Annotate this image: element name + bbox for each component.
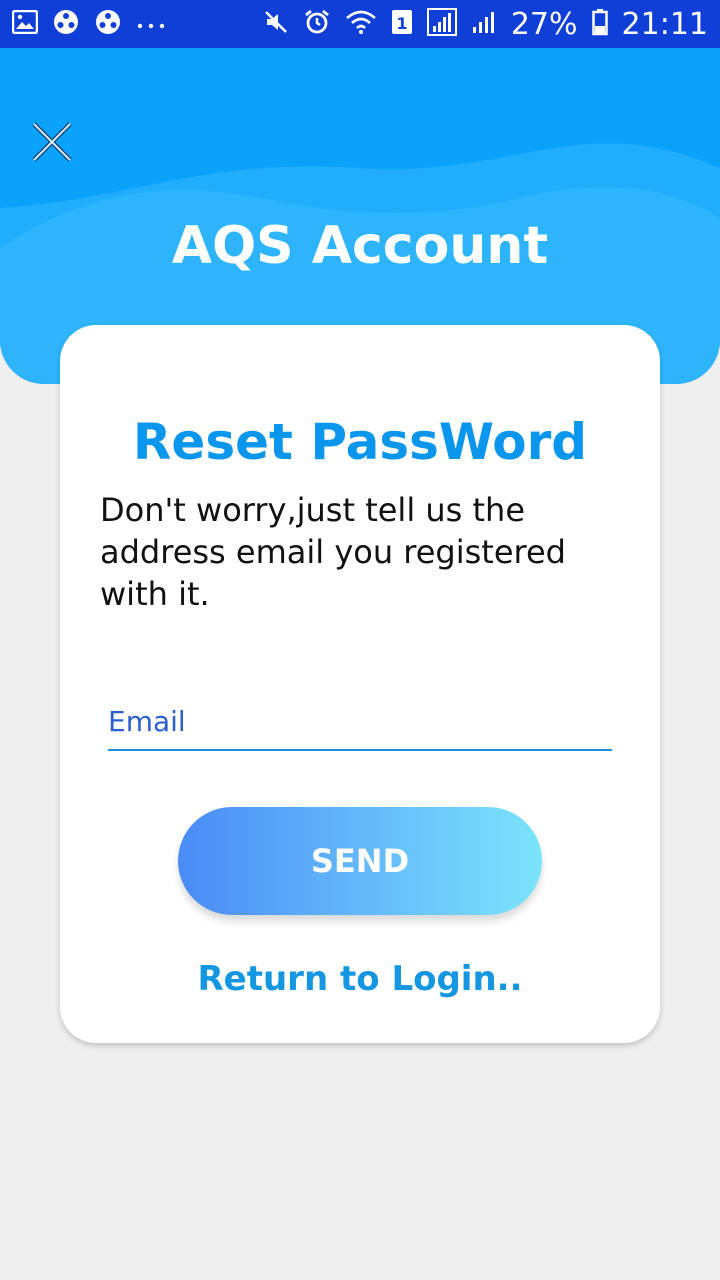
send-button[interactable]: SEND <box>178 807 542 915</box>
mute-icon <box>263 9 289 39</box>
battery-percent: 27% <box>510 6 578 42</box>
card-title: Reset PassWord <box>132 413 588 471</box>
status-left-icons <box>11 8 166 40</box>
card-description: Don't worry,just tell us the address ema… <box>100 491 566 613</box>
return-to-login-link[interactable]: Return to Login.. <box>60 959 660 999</box>
clock: 21:11 <box>621 6 708 42</box>
app-hex-icon <box>94 8 122 40</box>
alarm-icon <box>303 8 331 40</box>
signal-icon <box>426 8 457 40</box>
signal-icon <box>471 9 497 39</box>
close-button[interactable] <box>30 120 74 164</box>
sim-number: 1 <box>396 14 407 33</box>
close-icon <box>32 122 72 162</box>
app-title: AQS Account <box>171 216 549 276</box>
reset-password-card: Reset PassWord Don't worry,just tell us … <box>60 325 660 1043</box>
email-field[interactable] <box>108 701 612 751</box>
wifi-icon <box>345 9 377 39</box>
status-right-icons: 1 27% 21:11 <box>263 7 708 42</box>
app-hex-icon <box>52 8 80 40</box>
battery-icon <box>591 8 608 40</box>
sim-icon: 1 <box>391 8 413 40</box>
gallery-icon <box>11 9 39 38</box>
status-bar: 1 27% 21:11 <box>0 0 720 48</box>
more-dots-icon <box>136 15 166 34</box>
reset-password-screen: 1 27% 21:11 AQS Account Reset PassWord D… <box>0 0 720 1280</box>
